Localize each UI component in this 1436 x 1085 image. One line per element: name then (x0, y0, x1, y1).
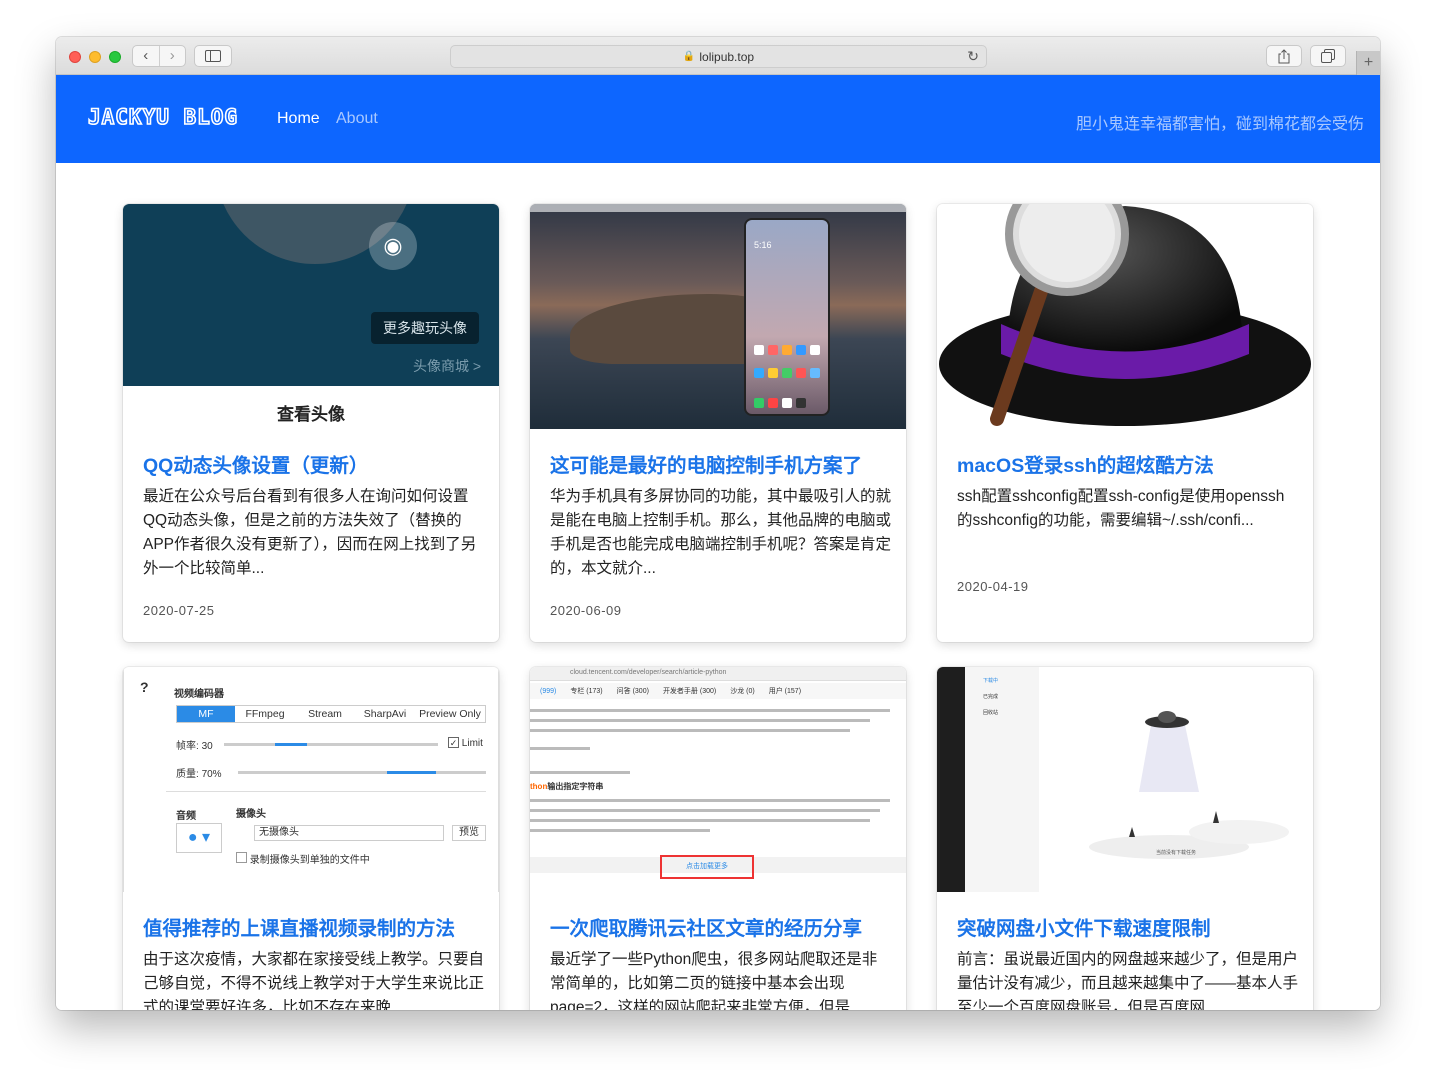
thumbnail-caption: 查看头像 (277, 405, 345, 424)
article-heading: thon输出指定字符串 (530, 782, 604, 791)
menu-item[interactable]: 已完成 (983, 693, 998, 700)
new-tab-button[interactable]: + (1356, 51, 1380, 75)
post-card[interactable]: 下载中 已完成 回收站 当前没有下载任务 突破网盘小文件下载速度限制 前言：虽说… (937, 667, 1313, 1010)
address-bar[interactable]: 🔒 lolipub.top ↻ (450, 45, 987, 68)
quality-slider[interactable] (238, 771, 486, 774)
minimize-window-button[interactable] (89, 51, 101, 63)
menu-item[interactable]: 回收站 (983, 709, 998, 716)
microphone-icon[interactable]: ● ▾ (176, 823, 222, 853)
camera-select[interactable]: 无摄像头 (254, 825, 444, 841)
post-thumbnail[interactable]: 5:16 (530, 204, 906, 429)
empty-state-text: 当前没有下载任务 (1155, 850, 1196, 856)
post-excerpt: 由于这次疫情，大家都在家接受线上教学。只要自己够自觉，不得不说线上教学对于大学生… (143, 951, 485, 1010)
article-text-lines (530, 709, 890, 774)
post-excerpt: 最近在公众号后台看到有很多人在询问如何设置QQ动态头像，但是之前的方法失效了（替… (143, 488, 477, 577)
post-card[interactable]: ◉ 更多趣玩头像 头像商城 > 查看头像 QQ动态头像设置（更新） 最近在公众号… (123, 204, 499, 642)
phone-mirror-window: 5:16 (744, 218, 830, 416)
nav-about-link[interactable]: About (336, 110, 378, 128)
share-icon (1278, 48, 1290, 63)
encoder-tab[interactable]: SharpAvi (355, 706, 415, 722)
help-icon: ? (140, 679, 149, 695)
avatar-shop-link: 头像商城 > (413, 358, 482, 374)
encoder-tab[interactable]: Preview Only (415, 706, 485, 722)
encoder-tabs: MF FFmpeg Stream SharpAvi Preview Only (176, 705, 486, 723)
sidebar-toggle-button[interactable] (194, 45, 232, 67)
browser-toolbar: ‹ › 🔒 lolipub.top ↻ + (56, 37, 1380, 75)
camera-label: 摄像头 (236, 809, 266, 820)
camera-icon: ◉ (369, 222, 417, 270)
quality-value: 70% (201, 769, 222, 780)
post-thumbnail[interactable] (937, 204, 1313, 429)
site-logo[interactable]: JACKYU BLOG (87, 104, 238, 131)
audio-label: 音频 (176, 811, 196, 822)
encoder-tab[interactable]: MF (177, 706, 235, 722)
search-result-tabs: (999) 专栏 (173) 问答 (300) 开发者手册 (300) 沙龙 (… (530, 683, 906, 699)
sidebar-icon (205, 50, 221, 62)
maximize-window-button[interactable] (109, 51, 121, 63)
close-window-button[interactable] (69, 51, 81, 63)
post-thumbnail[interactable]: ◉ 更多趣玩头像 头像商城 > 查看头像 (123, 204, 499, 429)
more-avatars-pill: 更多趣玩头像 (371, 312, 479, 344)
post-card[interactable]: 5:16 这可能是最好的电脑控制手机方案了 华为手机具有多屏协同的功能，其中最吸… (530, 204, 906, 642)
post-date: 2020-07-25 (143, 603, 215, 618)
video-encoder-label: 视频编码器 (174, 689, 224, 700)
post-date: 2020-06-09 (550, 603, 622, 618)
post-thumbnail[interactable]: cloud.tencent.com/developer/search/artic… (530, 667, 906, 892)
app-sidebar (937, 667, 965, 892)
post-title[interactable]: 突破网盘小文件下载速度限制 (957, 912, 1297, 941)
post-card[interactable]: macOS登录ssh的超炫酷方法 ssh配置sshconfig配置ssh-con… (937, 204, 1313, 642)
alfred-hat-icon (939, 204, 1311, 426)
post-thumbnail[interactable]: ? 视频编码器 MF FFmpeg Stream SharpAvi Previe… (123, 667, 499, 892)
post-title[interactable]: 这可能是最好的电脑控制手机方案了 (550, 449, 890, 478)
fps-label: 帧率: (176, 741, 199, 752)
post-title[interactable]: 一次爬取腾讯云社区文章的经历分享 (550, 912, 890, 941)
post-card[interactable]: cloud.tencent.com/developer/search/artic… (530, 667, 906, 1010)
reload-icon[interactable]: ↻ (967, 48, 979, 65)
thumbnail-url: cloud.tencent.com/developer/search/artic… (570, 669, 727, 676)
download-menu: 下载中 已完成 回收站 (965, 667, 1039, 892)
encoder-tab[interactable]: FFmpeg (235, 706, 295, 722)
load-more-button[interactable]: 点击加载更多 (660, 855, 754, 879)
limit-label: Limit (461, 738, 483, 749)
back-arrow-icon[interactable]: ‹ (133, 46, 159, 66)
post-title[interactable]: macOS登录ssh的超炫酷方法 (957, 449, 1297, 478)
post-excerpt: 前言：虽说最近国内的网盘越来越少了，但是用户量估计没有减少，而且越来越集中了——… (957, 951, 1299, 1010)
fps-value: 30 (201, 741, 213, 752)
url-text: lolipub.top (699, 49, 755, 64)
browser-window: ‹ › 🔒 lolipub.top ↻ + JACKYU BLOG Home A… (56, 37, 1380, 1010)
phone-app-icons (754, 345, 820, 408)
lock-icon: 🔒 (682, 51, 696, 62)
post-thumbnail[interactable]: 下载中 已完成 回收站 当前没有下载任务 (937, 667, 1313, 892)
share-button[interactable] (1266, 45, 1302, 67)
post-excerpt: 最近学了一些Python爬虫，很多网站爬取还是非常简单的，比如第二页的链接中基本… (550, 951, 878, 1010)
post-excerpt: ssh配置sshconfig配置ssh-config是使用openssh的ssh… (957, 488, 1285, 529)
keyword-highlight: thon (530, 782, 548, 791)
quality-label: 质量: (176, 769, 199, 780)
post-date: 2020-04-19 (957, 579, 1029, 594)
preview-button[interactable]: 预览 (452, 825, 486, 841)
article-text-lines (530, 799, 890, 832)
post-card[interactable]: ? 视频编码器 MF FFmpeg Stream SharpAvi Previe… (123, 667, 499, 1010)
post-excerpt: 华为手机具有多屏协同的功能，其中最吸引人的就是能在电脑上控制手机。那么，其他品牌… (550, 488, 892, 577)
history-nav: ‹ › (132, 45, 186, 67)
site-tagline: 胆小鬼连幸福都害怕，碰到棉花都会受伤 (1075, 116, 1364, 133)
post-title[interactable]: QQ动态头像设置（更新） (143, 449, 483, 478)
menu-item[interactable]: 下载中 (983, 677, 998, 684)
post-grid: ◉ 更多趣玩头像 头像商城 > 查看头像 QQ动态头像设置（更新） 最近在公众号… (56, 163, 1380, 1010)
separate-file-label: 录制摄像头到单独的文件中 (249, 855, 370, 866)
forward-arrow-icon[interactable]: › (160, 46, 186, 66)
separate-file-checkbox[interactable] (236, 852, 247, 863)
site-header: JACKYU BLOG Home About 胆小鬼连幸福都害怕，碰到棉花都会受… (56, 75, 1380, 163)
encoder-tab[interactable]: Stream (295, 706, 355, 722)
post-title[interactable]: 值得推荐的上课直播视频录制的方法 (143, 912, 483, 941)
tabs-icon (1321, 49, 1335, 63)
show-tabs-button[interactable] (1310, 45, 1346, 67)
fps-slider[interactable] (224, 743, 438, 746)
limit-checkbox[interactable]: ✓ (448, 737, 459, 748)
nav-home-link[interactable]: Home (277, 110, 320, 128)
